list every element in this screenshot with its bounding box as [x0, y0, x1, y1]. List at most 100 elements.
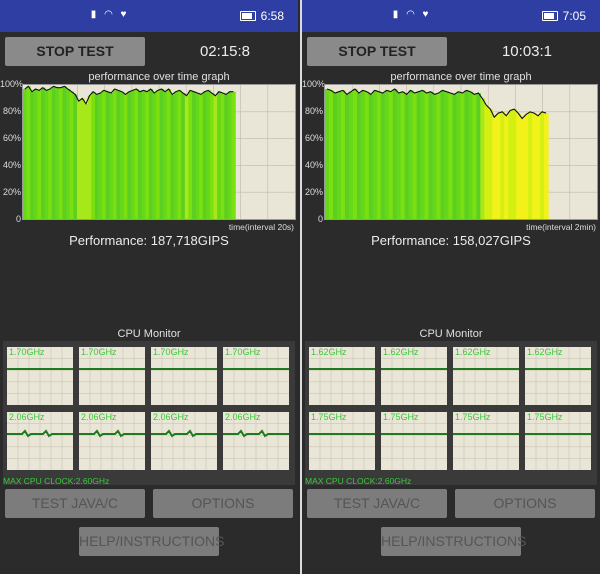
performance-bar [51, 86, 56, 219]
status-time: 7:05 [562, 9, 586, 23]
performance-bar [376, 91, 382, 219]
cpu-core-graph: 1.62GHz [453, 347, 519, 405]
options-button[interactable]: OPTIONS [455, 489, 595, 518]
cpu-core-frequency: 2.06GHz [81, 412, 117, 422]
cpu-core-graph: 2.06GHz [151, 412, 217, 470]
performance-bar [476, 93, 481, 219]
performance-bar [472, 94, 477, 219]
cpu-monitor-title: CPU Monitor [419, 328, 483, 340]
performance-bar [30, 91, 35, 219]
cpu-core-graph: 1.75GHz [453, 412, 519, 470]
performance-bar [40, 87, 46, 220]
screen-right: ▮ ◠ ♥ 7:05 STOP TEST 10:03:1 performance… [302, 0, 600, 574]
y-tick-label: 20% [304, 187, 323, 197]
performance-bar [360, 90, 366, 219]
performance-bar [504, 115, 509, 219]
performance-bar [460, 93, 465, 219]
performance-chart-svg [23, 85, 295, 220]
screen-left: ▮ ◠ ♥ 6:58 STOP TEST 02:15:8 performance… [0, 0, 298, 574]
performance-bar [388, 91, 394, 219]
performance-bar [163, 91, 168, 219]
y-tick-label: 40% [2, 160, 21, 170]
performance-bar [524, 114, 529, 219]
performance-bar [428, 91, 434, 219]
cpu-core-frequency: 1.62GHz [527, 347, 563, 357]
performance-bar [488, 109, 493, 219]
stop-test-button[interactable]: STOP TEST [307, 37, 447, 66]
elapsed-timer: 02:15:8 [199, 43, 251, 60]
performance-bar [148, 89, 154, 220]
performance-bar [177, 90, 182, 219]
y-tick-label: 100% [0, 79, 24, 89]
cpu-core-frequency: 1.75GHz [527, 412, 563, 422]
performance-bar [184, 95, 190, 219]
performance-bar [138, 91, 143, 219]
performance-bar [62, 86, 67, 219]
performance-bar [181, 93, 186, 219]
performance-bar [192, 91, 197, 219]
performance-value: Performance: 187,718GIPS [69, 233, 229, 248]
performance-bar [528, 111, 533, 219]
test-java-c-button[interactable]: TEST JAVA/C [307, 489, 447, 518]
performance-bar [436, 93, 442, 219]
status-icons: ▮ ◠ ♥ [88, 9, 129, 20]
cpu-core-graph: 1.70GHz [79, 347, 145, 405]
performance-bar [396, 93, 402, 219]
performance-bar [496, 113, 501, 219]
performance-bar [480, 98, 485, 219]
status-bar: ▮ ◠ ♥ 6:58 [0, 0, 298, 32]
performance-bar [540, 111, 545, 219]
cpu-core-graph: 1.70GHz [151, 347, 217, 405]
cpu-core-graph: 1.70GHz [7, 347, 73, 405]
performance-bar [368, 94, 374, 219]
cpu-core-frequency: 1.75GHz [311, 412, 347, 422]
performance-bar [127, 91, 132, 219]
performance-bar [170, 94, 175, 219]
test-java-c-button[interactable]: TEST JAVA/C [5, 489, 145, 518]
performance-bar [412, 93, 418, 219]
performance-bar [420, 90, 426, 219]
options-button[interactable]: OPTIONS [153, 489, 293, 518]
performance-bar [356, 93, 362, 219]
performance-bar [516, 113, 521, 219]
performance-bar [224, 94, 229, 219]
cpu-core-frequency: 1.75GHz [455, 412, 491, 422]
performance-bar [231, 91, 236, 219]
performance-bar [416, 91, 422, 219]
performance-bar [448, 93, 454, 219]
help-instructions-button[interactable]: HELP/INSTRUCTIONS [381, 527, 526, 556]
cpu-core-frequency: 1.62GHz [311, 347, 347, 357]
performance-bar [116, 90, 121, 219]
performance-bar [452, 94, 458, 219]
y-tick-label: 60% [304, 133, 323, 143]
performance-bar [141, 90, 146, 219]
performance-bar [227, 91, 233, 219]
cpu-core-frequency: 1.70GHz [153, 347, 189, 357]
cpu-core-graph: 1.75GHz [381, 412, 447, 470]
cpu-core-graph: 1.62GHz [309, 347, 375, 405]
performance-bar [188, 90, 193, 219]
performance-bar [400, 91, 406, 219]
performance-bar [145, 91, 150, 219]
help-instructions-button[interactable]: HELP/INSTRUCTIONS [79, 527, 224, 556]
status-right: 6:58 [239, 9, 284, 23]
performance-bar [520, 118, 525, 219]
performance-bar [408, 90, 414, 219]
y-tick-label: 100% [302, 79, 326, 89]
performance-bar [440, 90, 446, 219]
performance-bar [152, 93, 157, 219]
performance-bar [105, 91, 110, 219]
cpu-core-graph: 1.75GHz [309, 412, 375, 470]
performance-bar [336, 91, 342, 219]
status-right: 7:05 [541, 9, 586, 23]
performance-bar [444, 91, 450, 219]
performance-bar [130, 90, 136, 219]
performance-bar [166, 89, 172, 220]
stop-test-button[interactable]: STOP TEST [5, 37, 145, 66]
performance-bar [66, 89, 71, 220]
cpu-core-graph: 1.62GHz [381, 347, 447, 405]
performance-bar [372, 90, 378, 219]
performance-bar [432, 94, 438, 219]
performance-bar [348, 91, 354, 219]
performance-bar [209, 93, 215, 219]
